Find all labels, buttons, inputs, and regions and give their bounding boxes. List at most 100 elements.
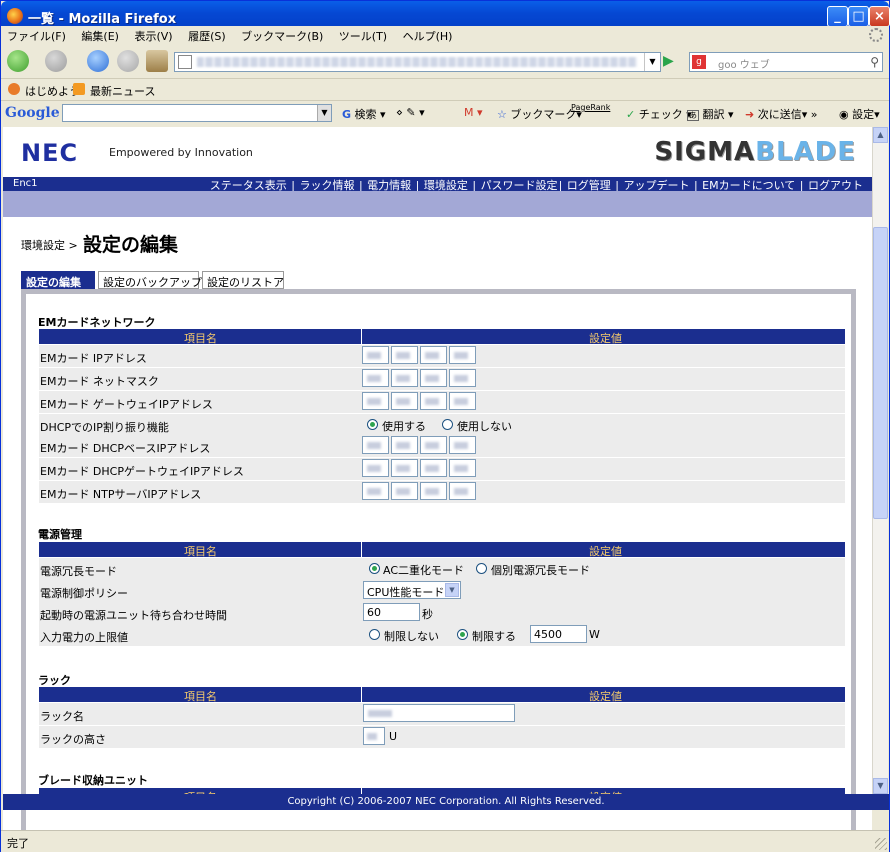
gateway-octet-1[interactable] <box>362 392 389 410</box>
url-bar[interactable]: ▼ <box>174 52 661 72</box>
spellcheck-button[interactable]: ✓ チェック ▾ <box>626 106 692 122</box>
rack-height-input[interactable] <box>363 727 385 745</box>
netmask-octet-4[interactable] <box>449 369 476 387</box>
back-icon[interactable] <box>7 50 29 72</box>
stop-icon[interactable] <box>117 50 139 72</box>
go-icon[interactable]: ▶ <box>663 53 679 71</box>
google-bookmarks-button[interactable]: ☆ ブックマーク▾ <box>497 106 582 122</box>
gateway-octet-3[interactable] <box>420 392 447 410</box>
tab-edit-settings[interactable]: 設定の編集 <box>21 271 95 289</box>
redacted-value <box>425 398 439 405</box>
dhcp-gw-octet-1[interactable] <box>362 459 389 477</box>
search-icon[interactable]: ⚲ <box>870 55 879 69</box>
forward-icon[interactable] <box>45 50 67 72</box>
rack-name-input[interactable] <box>363 704 515 722</box>
ip-octet-1[interactable] <box>362 346 389 364</box>
policy-select[interactable]: CPU性能モード ▼ <box>363 581 461 599</box>
section-network-title: EMカードネットワーク <box>38 316 156 329</box>
dhcp-gw-octet-2[interactable] <box>391 459 418 477</box>
dhcp-gw-octet-3[interactable] <box>420 459 447 477</box>
ip-octet-4[interactable] <box>449 346 476 364</box>
limit-value-cell: 制限しない 制限する 4500 W <box>362 624 845 646</box>
dhcp-base-octet-3[interactable] <box>420 436 447 454</box>
gateway-octet-4[interactable] <box>449 392 476 410</box>
dhcp-gw-octet-4[interactable] <box>449 459 476 477</box>
row-ntp: EMカード NTPサーバIPアドレス <box>39 481 845 503</box>
translate-button[interactable]: あ 翻訳 ▾ <box>687 106 734 122</box>
ntp-octet-1[interactable] <box>362 482 389 500</box>
row-redundancy-mode: 電源冗長モード AC二重化モード 個別電源冗長モード <box>39 558 845 580</box>
ip-octet-3[interactable] <box>420 346 447 364</box>
dhcp-base-octet-4[interactable] <box>449 436 476 454</box>
bookmark-getting-started[interactable]: はじめよう <box>25 83 80 99</box>
scroll-down-icon[interactable]: ▼ <box>873 778 888 794</box>
netmask-octet-1[interactable] <box>362 369 389 387</box>
google-search-input[interactable]: ▼ <box>62 104 332 122</box>
row-rack-height: ラックの高さ U <box>39 726 845 748</box>
home-icon[interactable] <box>146 50 168 72</box>
more-chevron[interactable]: » <box>811 108 818 121</box>
column-divider <box>361 329 362 344</box>
search-engine-icon[interactable]: g <box>692 55 706 69</box>
top-nav: Enc1 ステータス表示 | ラック情報 | 電力情報 | 環境設定 | パスワ… <box>3 177 872 192</box>
dhcp-on-radio[interactable] <box>367 419 378 430</box>
dhcp-base-octet-2[interactable] <box>391 436 418 454</box>
menu-tools[interactable]: ツール(T) <box>333 26 393 46</box>
reload-icon[interactable] <box>87 50 109 72</box>
limit-input[interactable]: 4500 <box>530 625 587 643</box>
ntp-octet-3[interactable] <box>420 482 447 500</box>
tab-backup[interactable]: 設定のバックアップ <box>98 271 202 289</box>
bookmark-latest-news[interactable]: 最新ニュース <box>90 83 155 99</box>
minimize-button[interactable]: _ <box>827 6 848 27</box>
ip-octet-2[interactable] <box>391 346 418 364</box>
redacted-value <box>425 352 439 359</box>
menu-file[interactable]: ファイル(F) <box>1 26 72 46</box>
gmail-icon[interactable]: M ▾ <box>464 106 483 119</box>
pagerank-indicator[interactable]: PageRank <box>571 103 610 112</box>
scroll-thumb[interactable] <box>873 227 888 519</box>
redacted-value <box>367 488 381 495</box>
menu-bookmarks[interactable]: ブックマーク(B) <box>235 26 329 46</box>
redacted-value <box>367 442 381 449</box>
settings-icon: ◉ <box>839 108 849 121</box>
netmask-octet-2[interactable] <box>391 369 418 387</box>
limit-on-radio[interactable] <box>457 629 468 640</box>
resize-grip-icon[interactable] <box>875 838 887 850</box>
row-rack-name: ラック名 <box>39 703 845 725</box>
spellcheck-label: チェック <box>638 108 683 121</box>
send-to-button[interactable]: ➜ 次に送信▾ » <box>745 106 817 122</box>
google-search-dropdown-icon[interactable]: ▼ <box>317 105 331 121</box>
settings-button[interactable]: ◉ 設定▾ <box>839 106 880 122</box>
scroll-up-icon[interactable]: ▲ <box>873 127 888 143</box>
menu-help[interactable]: ヘルプ(H) <box>397 26 459 46</box>
ntp-octet-2[interactable] <box>391 482 418 500</box>
search-box[interactable]: g goo ウェブ ⚲ <box>689 52 883 72</box>
limit-off-radio[interactable] <box>369 629 380 640</box>
breadcrumb[interactable]: 環境設定 > <box>21 237 78 253</box>
wait-time-input[interactable]: 60 <box>363 603 420 621</box>
close-button[interactable]: × <box>869 6 890 27</box>
mode-individual-radio[interactable] <box>476 563 487 574</box>
dhcp-off-radio[interactable] <box>442 419 453 430</box>
google-logo[interactable]: Google <box>5 105 60 121</box>
google-search-button[interactable]: G 検索 ▾ <box>342 106 386 122</box>
menu-view[interactable]: 表示(V) <box>128 26 178 46</box>
maximize-button[interactable]: □ <box>848 6 869 27</box>
menu-history[interactable]: 履歴(S) <box>182 26 232 46</box>
dhcp-base-octet-1[interactable] <box>362 436 389 454</box>
netmask-octet-3[interactable] <box>420 369 447 387</box>
mode-ac-radio[interactable] <box>369 563 380 574</box>
ntp-octet-4[interactable] <box>449 482 476 500</box>
nec-logo: NEC <box>21 139 79 167</box>
menu-edit[interactable]: 編集(E) <box>75 26 125 46</box>
star-icon: ☆ <box>497 108 507 121</box>
toolbar-tools-icons[interactable]: ⋄ ✎ ▾ <box>396 106 425 119</box>
gateway-octet-2[interactable] <box>391 392 418 410</box>
url-dropdown-icon[interactable]: ▼ <box>644 53 660 71</box>
policy-selected: CPU性能モード <box>367 586 445 599</box>
tab-restore[interactable]: 設定のリストア <box>202 271 284 289</box>
vertical-scrollbar[interactable]: ▲ ▼ <box>872 127 888 794</box>
wait-value-cell: 60 秒 <box>362 602 845 624</box>
chevron-down-icon[interactable]: ▼ <box>445 583 459 597</box>
row-dhcp: DHCPでのIP割り振り機能 使用する 使用しない <box>39 414 845 436</box>
